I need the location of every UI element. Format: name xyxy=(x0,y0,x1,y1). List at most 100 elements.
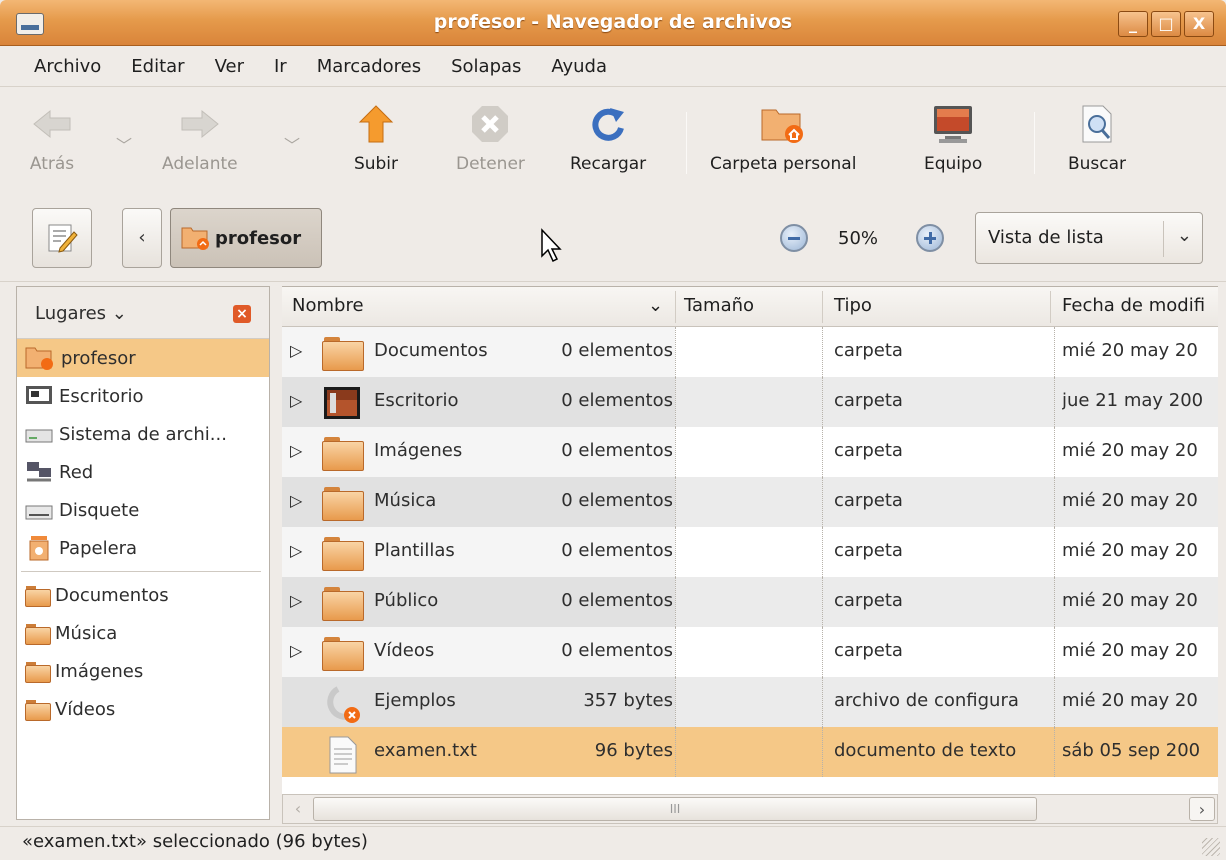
expander-icon[interactable]: ▷ xyxy=(290,391,302,410)
scrollbar-thumb[interactable]: III xyxy=(313,797,1037,821)
places-dropdown[interactable]: Lugares ⌄ xyxy=(35,303,127,324)
menu-editar[interactable]: Editar xyxy=(121,52,194,81)
file-date: mié 20 may 20 xyxy=(1062,590,1198,611)
menu-ayuda[interactable]: Ayuda xyxy=(541,52,617,81)
column-type[interactable]: Tipo xyxy=(834,295,872,316)
file-row-musica[interactable]: ▷ Música 0 elementos carpeta mié 20 may … xyxy=(282,477,1218,527)
sidebar-item-filesystem[interactable]: Sistema de archi... xyxy=(17,415,269,453)
column-separator[interactable] xyxy=(675,291,676,323)
breadcrumb-profesor[interactable]: profesor xyxy=(170,208,322,268)
back-button[interactable]: Atrás xyxy=(28,102,76,174)
horizontal-scrollbar[interactable]: ‹ III › xyxy=(282,794,1218,824)
back-history-chevron-icon[interactable]: ﹀ xyxy=(116,132,132,156)
home-button[interactable]: Carpeta personal xyxy=(710,102,856,174)
scroll-left-arrow-icon[interactable]: ‹ xyxy=(285,797,311,821)
minimize-button[interactable]: _ xyxy=(1118,11,1148,37)
file-row-ejemplos[interactable]: Ejemplos 357 bytes archivo de configura … xyxy=(282,677,1218,727)
expander-icon[interactable]: ▷ xyxy=(290,641,302,660)
chevron-down-icon: ⌄ xyxy=(111,303,127,324)
sidebar-item-videos[interactable]: Vídeos xyxy=(17,690,269,728)
file-row-publico[interactable]: ▷ Público 0 elementos carpeta mié 20 may… xyxy=(282,577,1218,627)
sidebar-item-musica[interactable]: Música xyxy=(17,614,269,652)
column-separator[interactable] xyxy=(822,291,823,323)
column-divider xyxy=(675,477,676,527)
menu-ir[interactable]: Ir xyxy=(264,52,297,81)
back-label: Atrás xyxy=(29,154,75,174)
expander-icon[interactable]: ▷ xyxy=(290,491,302,510)
close-button[interactable]: X xyxy=(1184,11,1214,37)
sidebar-item-disquete[interactable]: Disquete xyxy=(17,491,269,529)
toggle-location-entry-button[interactable] xyxy=(32,208,92,268)
network-icon xyxy=(27,462,51,482)
menu-solapas[interactable]: Solapas xyxy=(441,52,531,81)
stop-button[interactable]: Detener xyxy=(456,102,525,174)
home-folder-icon xyxy=(181,227,209,250)
status-text: «examen.txt» seleccionado (96 bytes) xyxy=(22,831,368,852)
expander-icon[interactable]: ▷ xyxy=(290,541,302,560)
file-row-documentos[interactable]: ▷ Documentos 0 elementos carpeta mié 20 … xyxy=(282,327,1218,377)
zoom-out-icon[interactable] xyxy=(780,224,808,252)
file-row-escritorio[interactable]: ▷ Escritorio 0 elementos carpeta jue 21 … xyxy=(282,377,1218,427)
zoom-in-icon[interactable] xyxy=(916,224,944,252)
sidebar-item-escritorio[interactable]: Escritorio xyxy=(17,377,269,415)
column-date[interactable]: Fecha de modifi xyxy=(1062,295,1205,316)
file-size: 0 elementos xyxy=(561,540,673,561)
forward-history-chevron-icon[interactable]: ﹀ xyxy=(284,132,300,156)
column-name[interactable]: Nombre xyxy=(292,295,364,316)
menu-marcadores[interactable]: Marcadores xyxy=(307,52,431,81)
column-divider xyxy=(822,427,823,477)
sidebar-item-imagenes[interactable]: Imágenes xyxy=(17,652,269,690)
folder-icon xyxy=(322,535,364,571)
sidebar-item-label: Red xyxy=(59,461,94,483)
back-arrow-icon xyxy=(28,102,76,146)
folder-icon xyxy=(25,699,51,721)
column-divider xyxy=(675,627,676,677)
file-size: 0 elementos xyxy=(561,490,673,511)
sort-chevron-icon[interactable]: ⌄ xyxy=(648,295,663,316)
search-label: Buscar xyxy=(1068,154,1127,174)
sidebar-item-profesor[interactable]: profesor xyxy=(17,339,269,377)
column-size[interactable]: Tamaño xyxy=(684,295,754,316)
close-sidebar-icon[interactable]: × xyxy=(233,305,251,323)
column-separator[interactable] xyxy=(1050,291,1051,323)
search-button[interactable]: Buscar xyxy=(1068,102,1126,174)
expander-icon[interactable]: ▷ xyxy=(290,441,302,460)
expander-icon[interactable]: ▷ xyxy=(290,591,302,610)
stop-label: Detener xyxy=(456,154,525,174)
column-divider xyxy=(822,477,823,527)
scroll-right-arrow-icon[interactable]: › xyxy=(1189,797,1215,821)
forward-label: Adelante xyxy=(162,154,238,174)
file-row-imagenes[interactable]: ▷ Imágenes 0 elementos carpeta mié 20 ma… xyxy=(282,427,1218,477)
file-type: archivo de configura xyxy=(834,690,1019,711)
column-divider xyxy=(1054,377,1055,427)
resize-grip-icon[interactable] xyxy=(1202,838,1220,856)
sidebar-item-red[interactable]: Red xyxy=(17,453,269,491)
sidebar-item-papelera[interactable]: Papelera xyxy=(17,529,269,567)
filesystem-icon xyxy=(25,429,53,443)
up-button[interactable]: Subir xyxy=(352,102,400,174)
chevron-down-icon: ⌄ xyxy=(1176,225,1192,246)
zoom-level[interactable]: 50% xyxy=(838,228,878,249)
menu-archivo[interactable]: Archivo xyxy=(24,52,111,81)
column-divider xyxy=(1054,677,1055,727)
maximize-button[interactable]: □ xyxy=(1151,11,1181,37)
expander-icon[interactable]: ▷ xyxy=(290,341,302,360)
file-name: Público xyxy=(374,590,439,611)
file-size: 0 elementos xyxy=(561,390,673,411)
view-mode-value: Vista de lista xyxy=(988,227,1104,248)
sidebar-item-label: Sistema de archi... xyxy=(59,423,227,445)
file-type: carpeta xyxy=(834,590,903,611)
title-bar: profesor - Navegador de archivos _ □ X xyxy=(0,0,1226,46)
file-row-plantillas[interactable]: ▷ Plantillas 0 elementos carpeta mié 20 … xyxy=(282,527,1218,577)
file-row-examen[interactable]: examen.txt 96 bytes documento de texto s… xyxy=(282,727,1218,777)
path-back-button[interactable]: ‹ xyxy=(122,208,162,268)
sidebar-item-documentos[interactable]: Documentos xyxy=(17,576,269,614)
computer-button[interactable]: Equipo xyxy=(924,102,982,174)
view-mode-select[interactable]: Vista de lista ⌄ xyxy=(975,212,1203,264)
forward-button[interactable]: Adelante xyxy=(162,102,238,174)
menu-ver[interactable]: Ver xyxy=(205,52,254,81)
reload-button[interactable]: Recargar xyxy=(570,102,646,174)
file-row-videos[interactable]: ▷ Vídeos 0 elementos carpeta mié 20 may … xyxy=(282,627,1218,677)
file-date: mié 20 may 20 xyxy=(1062,340,1198,361)
breadcrumb-label: profesor xyxy=(215,227,302,249)
